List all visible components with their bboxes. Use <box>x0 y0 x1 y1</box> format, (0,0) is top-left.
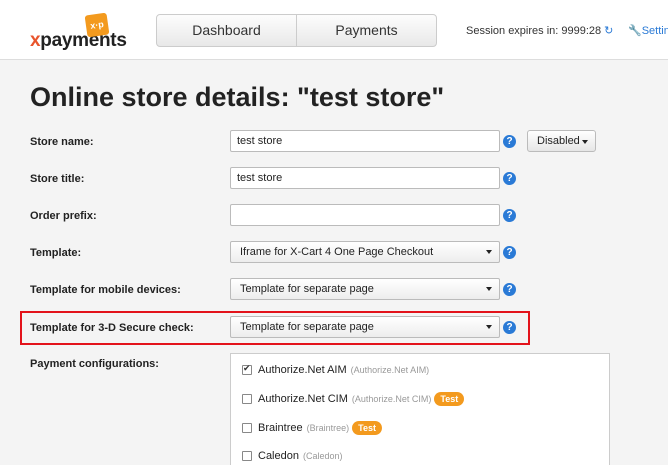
checkbox[interactable] <box>242 451 252 461</box>
session-timer: Session expires in: 9999:28 ↻ <box>466 24 613 37</box>
template-mobile-select[interactable]: Template for separate page <box>230 278 500 300</box>
wrench-icon: 🔧 <box>628 25 642 37</box>
caret-down-icon <box>582 140 588 144</box>
test-badge: Test <box>352 421 382 435</box>
row-order-prefix: Order prefix: ? <box>0 204 668 234</box>
logo-badge-icon: x·p <box>84 12 110 38</box>
help-icon[interactable]: ? <box>503 172 516 185</box>
header: xpayments x·p Dashboard Payments Session… <box>0 0 668 60</box>
help-icon[interactable]: ? <box>503 135 516 148</box>
store-title-input[interactable]: test store <box>230 167 500 189</box>
store-name-label: Store name: <box>30 136 94 148</box>
list-item[interactable]: Authorize.Net CIM (Authorize.Net CIM) Te… <box>242 392 465 406</box>
help-icon[interactable]: ? <box>503 283 516 296</box>
help-icon[interactable]: ? <box>503 321 516 334</box>
refresh-icon[interactable]: ↻ <box>604 25 613 37</box>
help-icon[interactable]: ? <box>503 209 516 222</box>
xpayments-logo[interactable]: xpayments x·p <box>30 12 140 54</box>
payment-name: Braintree <box>258 422 303 434</box>
list-item[interactable]: Authorize.Net AIM (Authorize.Net AIM) <box>242 363 430 376</box>
payment-config-label: Payment configurations: <box>30 358 159 370</box>
template-value: Iframe for X-Cart 4 One Page Checkout <box>240 246 434 258</box>
payment-module: (Authorize.Net CIM) <box>351 394 432 404</box>
session-text: Session expires in: 9999:28 <box>466 25 602 37</box>
template-mobile-value: Template for separate page <box>240 283 374 295</box>
payment-config-list: Authorize.Net AIM (Authorize.Net AIM) Au… <box>230 353 610 465</box>
payment-module: (Braintree) <box>306 423 350 433</box>
caret-down-icon <box>486 287 492 291</box>
caret-down-icon <box>486 325 492 329</box>
payment-module: (Caledon) <box>302 451 343 461</box>
checkbox[interactable] <box>242 363 252 375</box>
tab-payments[interactable]: Payments <box>296 15 436 46</box>
help-icon[interactable]: ? <box>503 246 516 259</box>
logo-text: xpayments <box>30 30 127 51</box>
row-store-name: Store name: test store ? Disabled <box>0 130 668 160</box>
store-name-input[interactable]: test store <box>230 130 500 152</box>
payment-name: Authorize.Net CIM <box>258 393 348 405</box>
page-title: Online store details: "test store" <box>30 82 445 112</box>
row-template-3ds: Template for 3-D Secure check: Template … <box>0 316 668 346</box>
status-label: Disabled <box>537 135 580 147</box>
settings-label: Settin <box>641 25 668 37</box>
template-3ds-select[interactable]: Template for separate page <box>230 316 500 338</box>
payment-module: (Authorize.Net AIM) <box>350 365 430 375</box>
row-store-title: Store title: test store ? <box>0 167 668 197</box>
payment-name: Authorize.Net AIM <box>258 364 347 376</box>
checkbox[interactable] <box>242 394 252 404</box>
template-mobile-label: Template for mobile devices: <box>30 284 181 296</box>
list-item[interactable]: Caledon (Caledon) <box>242 450 343 462</box>
template-3ds-label: Template for 3-D Secure check: <box>30 322 194 334</box>
template-3ds-value: Template for separate page <box>240 321 374 333</box>
checkbox[interactable] <box>242 423 252 433</box>
list-item[interactable]: Braintree (Braintree) Test <box>242 421 382 435</box>
store-title-label: Store title: <box>30 173 85 185</box>
status-dropdown[interactable]: Disabled <box>527 130 596 152</box>
tab-dashboard[interactable]: Dashboard <box>157 15 296 46</box>
template-label: Template: <box>30 247 82 259</box>
row-template-mobile: Template for mobile devices: Template fo… <box>0 278 668 308</box>
order-prefix-input[interactable] <box>230 204 500 226</box>
caret-down-icon <box>486 250 492 254</box>
template-select[interactable]: Iframe for X-Cart 4 One Page Checkout <box>230 241 500 263</box>
settings-link[interactable]: 🔧Settin <box>628 24 668 37</box>
row-template: Template: Iframe for X-Cart 4 One Page C… <box>0 241 668 271</box>
test-badge: Test <box>434 392 465 406</box>
payment-name: Caledon <box>258 450 299 462</box>
main-nav: Dashboard Payments <box>156 14 437 47</box>
order-prefix-label: Order prefix: <box>30 210 97 222</box>
